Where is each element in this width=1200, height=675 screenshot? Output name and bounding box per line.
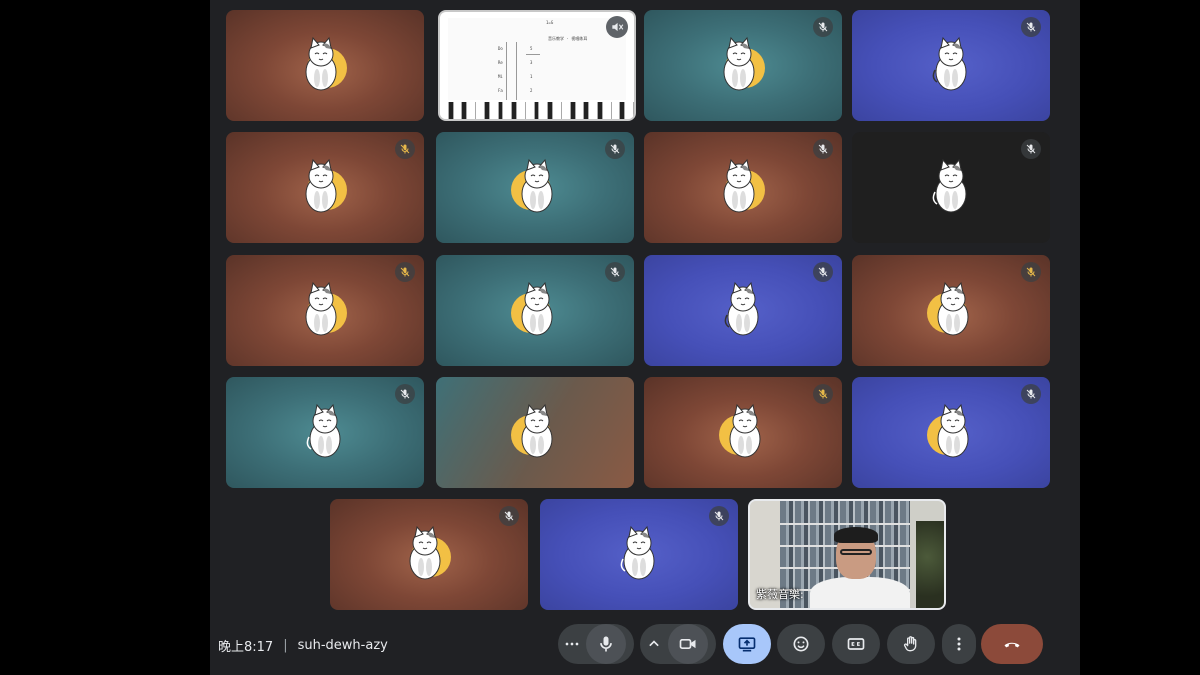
participant-tile[interactable]	[540, 499, 738, 610]
cat-avatar	[293, 401, 357, 465]
mic-off-icon	[395, 384, 415, 404]
video-controls	[640, 624, 716, 664]
mic-off-icon	[395, 262, 415, 282]
videocam-icon	[679, 639, 696, 649]
participant-tile[interactable]	[226, 10, 424, 121]
solfege-note: 2	[530, 88, 533, 93]
shared-score: 1=G 音乐教学 · 视唱练耳 Do Re Mi Fa 5 3 1 2	[448, 18, 626, 100]
participant-hair	[834, 527, 878, 543]
cat-avatar	[607, 523, 671, 587]
participant-tile[interactable]	[436, 377, 634, 488]
row-label: Mi	[498, 74, 503, 79]
mic-off-icon	[1021, 262, 1041, 282]
camera-tile[interactable]: 紫薇音樂:	[748, 499, 946, 610]
more-vert-icon	[957, 637, 961, 651]
cat-avatar	[293, 156, 357, 220]
participant-tile[interactable]	[436, 255, 634, 366]
cat-avatar	[711, 279, 775, 343]
cat-avatar	[293, 34, 357, 98]
participant-tile[interactable]	[436, 132, 634, 243]
screen-share-tile[interactable]: 1=G 音乐教学 · 视唱练耳 Do Re Mi Fa 5 3 1 2	[438, 10, 636, 121]
mic-off-icon	[605, 139, 625, 159]
participant-tile[interactable]	[226, 255, 424, 366]
cat-avatar	[293, 279, 357, 343]
solfege-note: 5	[530, 46, 533, 51]
closed-caption-icon	[847, 638, 865, 650]
meeting-stage: 1=G 音乐教学 · 视唱练耳 Do Re Mi Fa 5 3 1 2 紫薇音樂…	[210, 0, 1080, 675]
meeting-info-separator: |	[283, 638, 288, 653]
cat-avatar	[919, 401, 983, 465]
participant-tile[interactable]	[644, 377, 842, 488]
meeting-info: 晚上8:17 | suh-dewh-azy	[218, 636, 388, 655]
mic-off-icon	[1021, 17, 1041, 37]
participant-tile[interactable]	[644, 132, 842, 243]
present-screen-icon	[738, 637, 756, 652]
cat-avatar	[503, 279, 567, 343]
participant-tile[interactable]	[644, 255, 842, 366]
mic-off-icon	[813, 17, 833, 37]
mic-off-icon	[499, 506, 519, 526]
participant-name: 紫薇音樂:	[756, 588, 804, 601]
hand-icon	[903, 636, 917, 652]
camera-button[interactable]	[668, 624, 708, 664]
meeting-code[interactable]: suh-dewh-azy	[298, 638, 388, 653]
captions-button[interactable]	[832, 624, 880, 664]
mic-off-icon	[1021, 139, 1041, 159]
row-label: Do	[498, 46, 503, 51]
participant-tile[interactable]	[226, 377, 424, 488]
more-options-button[interactable]	[942, 624, 976, 664]
present-button[interactable]	[723, 624, 771, 664]
microphone-button[interactable]	[586, 624, 626, 664]
participant-tile[interactable]	[852, 132, 1050, 243]
solfege-note: 3	[530, 60, 533, 65]
participant-tile[interactable]	[852, 10, 1050, 121]
emoji-icon	[793, 636, 809, 652]
raise-hand-button[interactable]	[887, 624, 935, 664]
solfege-note: 1	[530, 74, 533, 79]
cat-avatar	[919, 34, 983, 98]
mic-off-icon	[813, 262, 833, 282]
cat-avatar	[711, 401, 775, 465]
mic-off-icon	[1021, 384, 1041, 404]
participant-tile[interactable]	[226, 132, 424, 243]
mic-off-icon	[709, 506, 729, 526]
participant-tile[interactable]	[330, 499, 528, 610]
leave-call-button[interactable]	[981, 624, 1043, 664]
cat-avatar	[503, 401, 567, 465]
score-key: 1=G	[546, 20, 554, 25]
reactions-button[interactable]	[777, 624, 825, 664]
shelf-lines	[780, 523, 910, 525]
meeting-time: 晚上8:17	[218, 640, 274, 655]
audio-options-button[interactable]	[558, 624, 586, 664]
mic-icon	[600, 636, 612, 652]
cat-avatar	[503, 156, 567, 220]
cat-avatar	[397, 523, 461, 587]
mic-off-icon	[813, 384, 833, 404]
plant	[916, 521, 944, 608]
cat-avatar	[919, 279, 983, 343]
mic-off-icon	[813, 139, 833, 159]
mic-off-icon	[605, 262, 625, 282]
row-label: Fa	[498, 88, 503, 93]
score-heading: 音乐教学 · 视唱练耳	[548, 36, 588, 41]
mic-off-icon	[395, 139, 415, 159]
cat-avatar	[919, 156, 983, 220]
piano-keyboard	[440, 102, 634, 119]
call-end-icon	[1004, 642, 1020, 648]
participant-tile[interactable]	[852, 255, 1050, 366]
participant-tile[interactable]	[644, 10, 842, 121]
video-options-button[interactable]	[640, 624, 668, 664]
participant-glasses	[840, 549, 872, 555]
more-horiz-icon	[565, 642, 579, 646]
cat-avatar	[711, 156, 775, 220]
participant-body	[810, 577, 910, 608]
chevron-up-icon	[649, 640, 659, 647]
participant-tile[interactable]	[852, 377, 1050, 488]
audio-controls	[558, 624, 634, 664]
speaker-muted-icon	[606, 16, 628, 38]
row-label: Re	[498, 60, 503, 65]
cat-avatar	[711, 34, 775, 98]
